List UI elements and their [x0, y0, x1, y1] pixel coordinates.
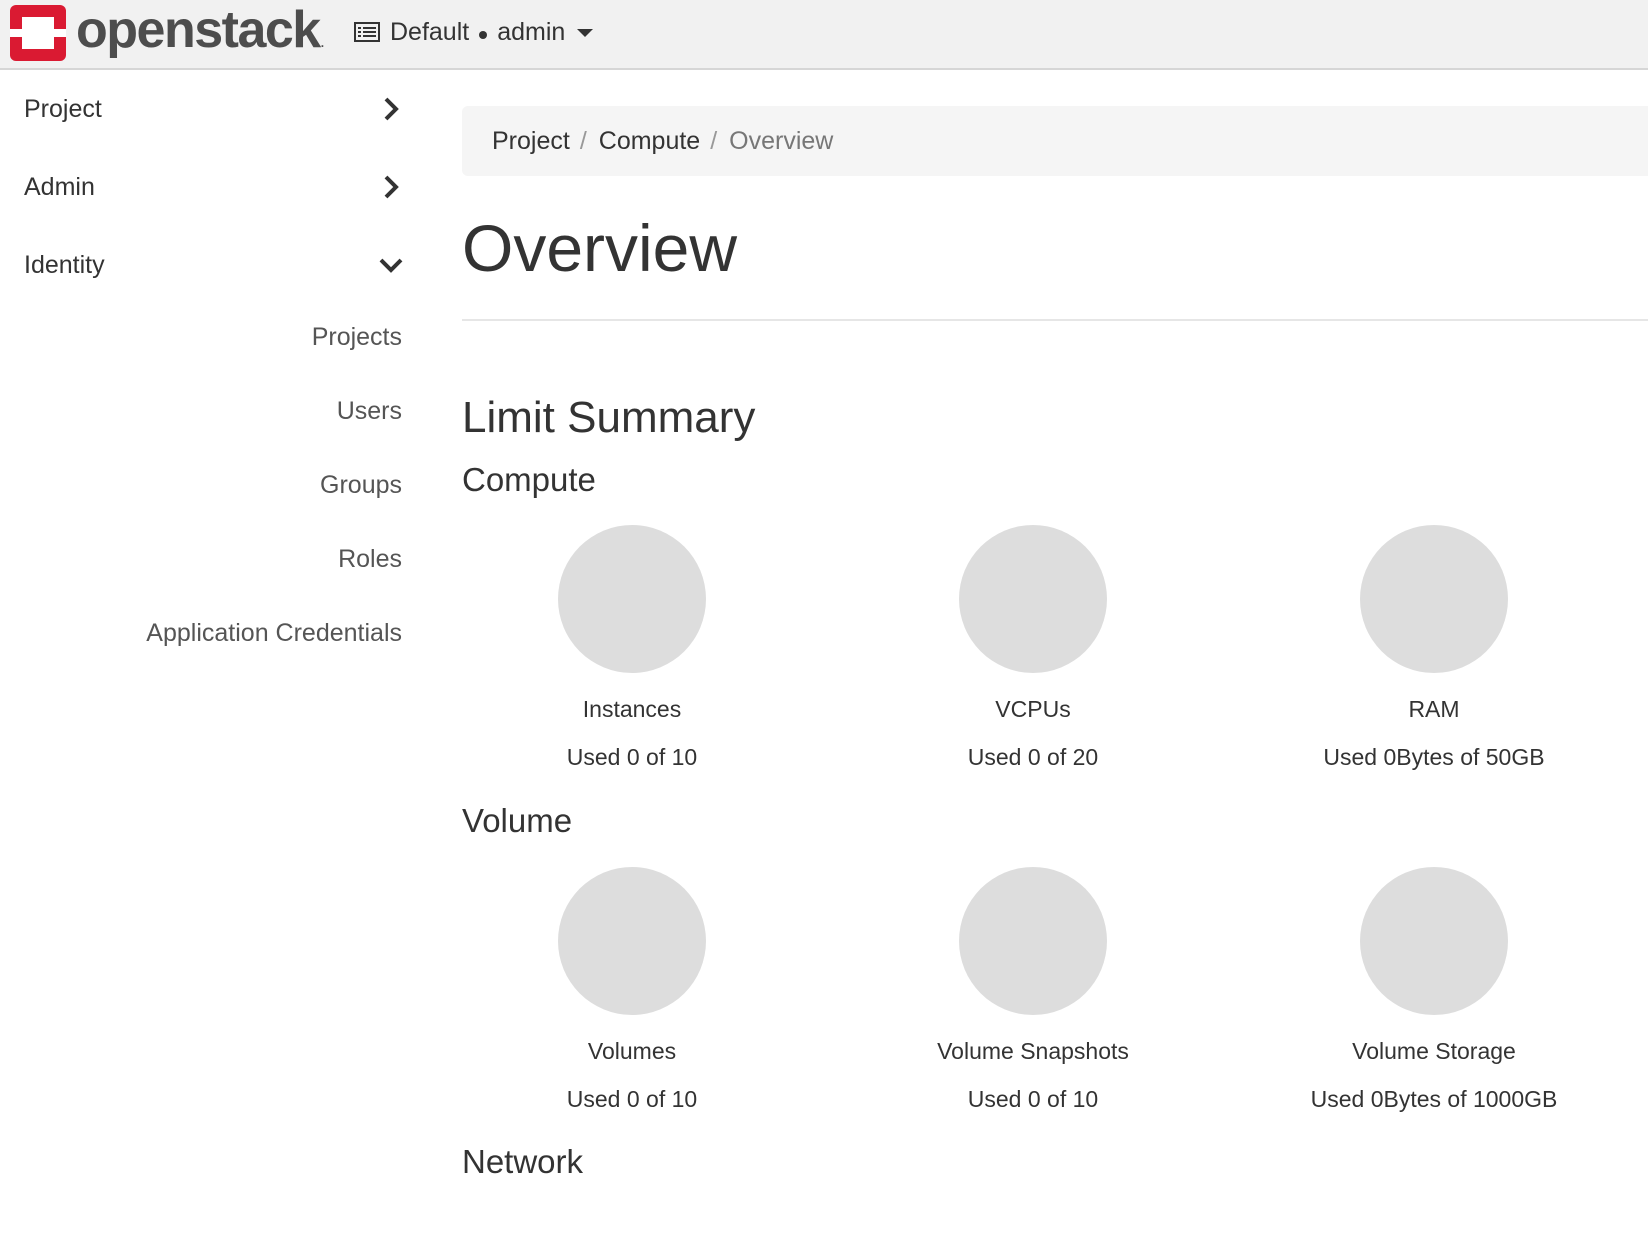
openstack-logo-icon[interactable]	[10, 5, 66, 61]
quota-volumes: Volumes Used 0 of 10	[432, 867, 832, 1114]
sidebar-subitem-roles[interactable]: Roles	[338, 545, 402, 574]
context-user: admin	[497, 17, 566, 46]
quota-pie-chart	[959, 867, 1107, 1015]
quota-usage: Used 0Bytes of 1000GB	[1310, 1086, 1558, 1112]
quota-usage: Used 0 of 10	[967, 1086, 1099, 1112]
quota-pie-chart	[558, 525, 706, 673]
sidebar-item-label: Identity	[24, 250, 105, 279]
context-domain: Default	[390, 17, 470, 46]
sidebar-item-project[interactable]: Project	[24, 84, 404, 134]
quota-label: Instances	[582, 696, 682, 722]
quota-label: VCPUs	[995, 696, 1071, 722]
quota-usage: Used 0Bytes of 50GB	[1323, 744, 1545, 770]
quota-label: RAM	[1408, 696, 1460, 722]
list-icon	[354, 22, 380, 42]
quota-vcpus: VCPUs Used 0 of 20	[833, 525, 1233, 772]
project-context-dropdown[interactable]: Default admin	[354, 16, 594, 48]
brand-mark: .	[320, 36, 325, 50]
quota-pie-chart	[558, 867, 706, 1015]
chevron-right-icon	[384, 175, 399, 199]
quota-ram: RAM Used 0Bytes of 50GB	[1234, 525, 1634, 772]
caret-down-icon	[577, 29, 594, 37]
sidebar-item-identity[interactable]: Identity	[24, 240, 404, 290]
brand-name[interactable]: openstack.	[76, 2, 324, 71]
breadcrumb-compute[interactable]: Compute	[599, 127, 700, 156]
quota-usage: Used 0 of 20	[967, 744, 1099, 770]
chevron-right-icon	[384, 97, 399, 121]
breadcrumb-current: Overview	[729, 126, 834, 155]
limit-summary-heading: Limit Summary	[462, 393, 756, 442]
sidebar-item-label: Admin	[24, 172, 95, 201]
sidebar-subitem-projects[interactable]: Projects	[312, 323, 402, 352]
sidebar-item-label: Project	[24, 94, 102, 123]
quota-label: Volume Storage	[1352, 1038, 1516, 1064]
sidebar-item-admin[interactable]: Admin	[24, 162, 404, 212]
quota-pie-chart	[959, 525, 1107, 673]
brand-text: openstack	[76, 1, 321, 59]
quota-pie-chart	[1360, 525, 1508, 673]
quota-pie-chart	[1360, 867, 1508, 1015]
compute-heading: Compute	[462, 461, 596, 498]
quota-volume-storage: Volume Storage Used 0Bytes of 1000GB	[1234, 867, 1634, 1114]
quota-instances: Instances Used 0 of 10	[432, 525, 832, 772]
breadcrumb-project[interactable]: Project	[492, 127, 570, 156]
breadcrumb: Project / Compute / Overview	[462, 106, 1648, 176]
sidebar-subitem-users[interactable]: Users	[337, 397, 402, 426]
quota-volume-snapshots: Volume Snapshots Used 0 of 10	[833, 867, 1233, 1114]
sidebar-subitem-groups[interactable]: Groups	[320, 471, 402, 500]
page-title: Overview	[462, 211, 738, 285]
top-navbar: openstack. Default admin	[0, 0, 1648, 70]
breadcrumb-separator: /	[710, 126, 718, 155]
quota-label: Volume Snapshots	[937, 1038, 1129, 1064]
sidebar-subitem-application-credentials[interactable]: Application Credentials	[146, 619, 402, 648]
network-heading: Network	[462, 1143, 584, 1180]
quota-usage: Used 0 of 10	[566, 1086, 698, 1112]
quota-usage: Used 0 of 10	[566, 744, 698, 770]
breadcrumb-separator: /	[579, 126, 587, 155]
title-divider	[462, 319, 1648, 321]
chevron-down-icon	[379, 258, 403, 273]
context-separator-dot	[479, 31, 488, 39]
quota-label: Volumes	[587, 1038, 677, 1064]
volume-heading: Volume	[462, 802, 573, 839]
